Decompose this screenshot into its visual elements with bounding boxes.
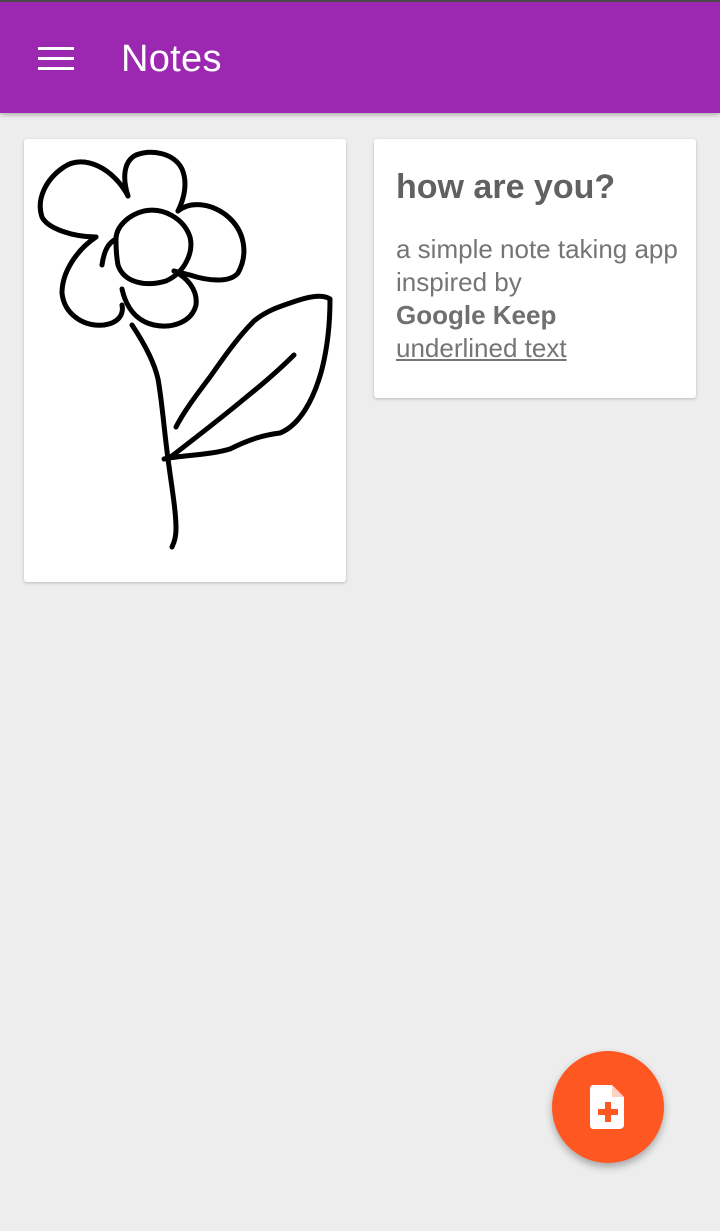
add-note-icon	[590, 1085, 624, 1129]
note-card-drawing[interactable]	[24, 139, 346, 582]
note-body: a simple note taking app inspired by Goo…	[396, 233, 681, 365]
hamburger-menu-icon[interactable]	[22, 26, 90, 90]
note-body-plain: a simple note taking app inspired by	[396, 234, 678, 297]
app-bar: Notes	[0, 2, 720, 113]
flower-drawing	[37, 149, 333, 550]
add-note-button[interactable]	[552, 1051, 664, 1163]
note-body-bold: Google Keep	[396, 300, 557, 330]
note-card-text[interactable]: how are you? a simple note taking app in…	[374, 139, 696, 398]
note-title: how are you?	[396, 168, 616, 206]
app-title: Notes	[121, 38, 222, 80]
note-body-underlined: underlined text	[396, 333, 567, 363]
